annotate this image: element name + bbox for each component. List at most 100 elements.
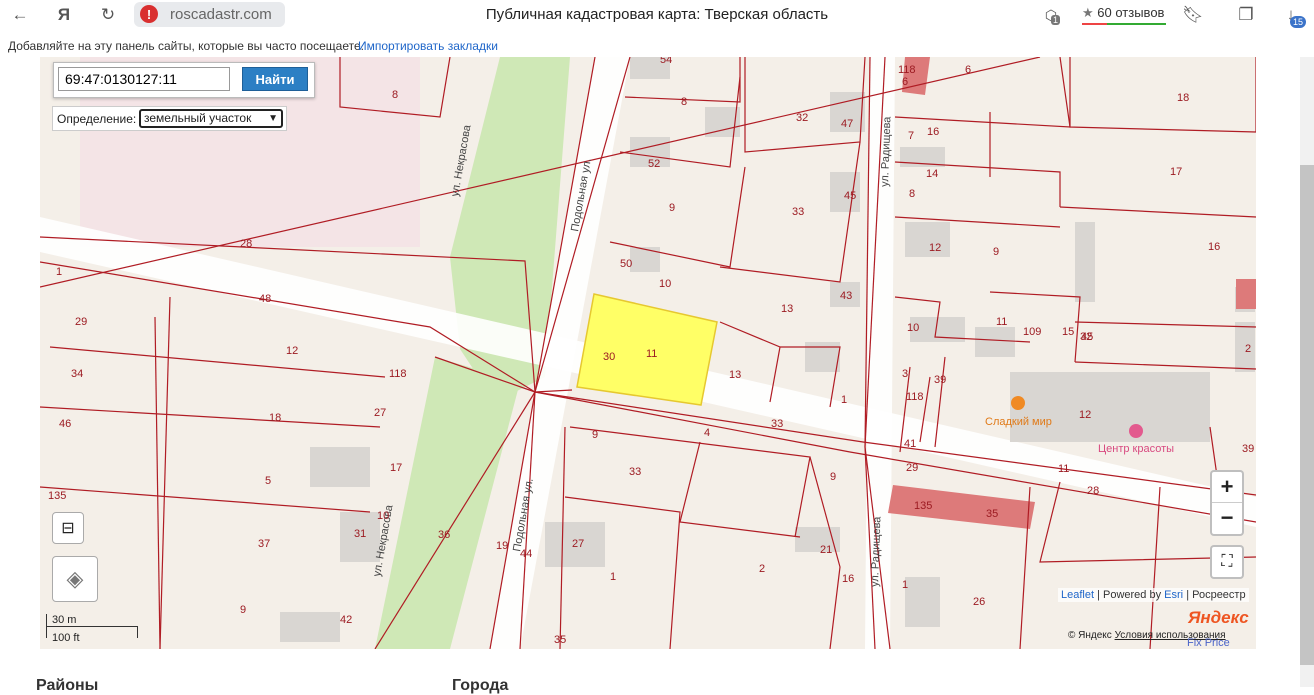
parcel-number-label: 27 <box>374 407 386 419</box>
parcel-number-label: 18 <box>1177 92 1189 104</box>
zoom-in-button[interactable]: + <box>1212 472 1242 502</box>
parcel-number-label: 135 <box>914 500 932 512</box>
fix-price-label: Fix Price <box>1187 637 1230 649</box>
parcel-number-label: 16 <box>927 126 939 138</box>
parcel-number-label: 28 <box>1087 485 1099 497</box>
zoom-out-button[interactable]: − <box>1212 502 1242 533</box>
parcel-number-label: 8 <box>909 188 915 200</box>
parcel-number-label: 33 <box>629 466 641 478</box>
map-canvas[interactable]: ул. Некрасова Подольная ул. ул. Радищева… <box>40 57 1256 649</box>
parcel-number-label: 54 <box>660 57 672 66</box>
parcel-number-label: 10 <box>377 510 389 522</box>
parcel-number-label: 12 <box>286 345 298 357</box>
collections-icon[interactable]: ❐ <box>1235 4 1257 26</box>
address-domain[interactable]: roscadastr.com <box>170 6 272 23</box>
parcel-number-label: 30 <box>603 351 615 363</box>
ruler-icon: ⊟ <box>61 520 75 537</box>
parcel-number-label: 35 <box>554 634 566 646</box>
parcel-number-label: 135 <box>48 490 66 502</box>
parcel-number-label: 8 <box>681 96 687 108</box>
parcel-number-label: 118 <box>389 368 407 380</box>
parcel-number-label: 34 <box>71 368 83 380</box>
parcel-number-label: 1 <box>841 394 847 406</box>
cadastral-number-input[interactable] <box>58 67 230 91</box>
yandex-browser-icon[interactable]: Я <box>53 4 75 26</box>
parcel-number-label: 32 <box>796 112 808 124</box>
parcel-number-label: 109 <box>1023 326 1041 338</box>
parcel-number-label: 11 <box>996 316 1007 328</box>
parcel-number-label: 6 <box>902 76 908 88</box>
zoom-control: + − <box>1210 470 1244 536</box>
parcel-number-label: 43 <box>840 290 852 302</box>
parcel-number-label: 45 <box>844 190 856 202</box>
cadastral-map[interactable]: ул. Некрасова Подольная ул. ул. Радищева… <box>40 57 1256 649</box>
reviews-label: 60 отзывов <box>1097 5 1165 20</box>
scale-imperial: 100 ft <box>52 632 80 644</box>
esri-link[interactable]: Esri <box>1164 589 1183 601</box>
cities-heading: Города <box>452 677 509 694</box>
definition-panel: Определение: земельный участок ▼ <box>52 106 287 131</box>
parcel-number-label: 41 <box>904 438 916 450</box>
yandex-logo[interactable]: Яндекс <box>1188 608 1249 628</box>
parcel-number-label: 13 <box>729 369 741 381</box>
parcel-number-label: 9 <box>240 604 246 616</box>
parcel-number-label: 1 <box>610 571 616 583</box>
parcel-number-label: 3 <box>902 368 908 380</box>
definition-selected-value: земельный участок <box>144 111 252 125</box>
notif-count: 1 <box>1051 15 1061 25</box>
scrollbar-thumb[interactable] <box>1300 165 1314 665</box>
rosreestr-text: | Росреестр <box>1186 589 1246 601</box>
reload-icon[interactable]: ↻ <box>97 4 119 26</box>
parcel-number-label: 19 <box>496 540 508 552</box>
import-bookmarks-link[interactable]: Импортировать закладки <box>358 39 498 53</box>
parcel-number-label: 48 <box>259 293 271 305</box>
layers-button[interactable]: ◈ <box>52 556 98 602</box>
reviews-button[interactable]: ★ 60 отзывов <box>1082 5 1164 21</box>
yandex-copyright-text: © Яндекс <box>1068 630 1112 641</box>
layers-icon: ◈ <box>66 566 84 591</box>
fullscreen-button[interactable]: ⛶ <box>1210 545 1244 579</box>
parcel-number-label: 33 <box>792 206 804 218</box>
back-arrow-icon[interactable]: ← <box>9 4 31 26</box>
parcel-number-label: 46 <box>59 418 71 430</box>
parcel-number-label: 11 <box>646 348 657 360</box>
parcel-number-label: 6 <box>965 64 971 76</box>
parcel-number-label: 2 <box>759 563 765 575</box>
parcel-number-label: 1 <box>902 579 908 591</box>
poi-beauty-label[interactable]: Центр красоты <box>1098 443 1174 455</box>
parcel-number-label: 10 <box>659 278 671 290</box>
parcel-number-label: 42 <box>340 614 352 626</box>
parcel-number-label: 118 <box>906 391 924 403</box>
parcel-number-label: 118 <box>898 64 916 76</box>
red-building-east <box>1236 279 1256 309</box>
measure-button[interactable]: ⊟ <box>52 512 84 544</box>
parcel-number-label: 50 <box>620 258 632 270</box>
cafe-marker-icon[interactable] <box>1011 396 1025 410</box>
parcel-number-label: 29 <box>75 316 87 328</box>
parcel-number-label: 21 <box>820 544 832 556</box>
parcel-number-label: 12 <box>1079 409 1091 421</box>
parcel-number-label: 27 <box>572 538 584 550</box>
parcel-number-label: 9 <box>669 202 675 214</box>
parcel-number-label: 33 <box>771 418 783 430</box>
parcel-number-label: 9 <box>830 471 836 483</box>
parcel-number-label: 31 <box>354 528 366 540</box>
parcel-number-label: 29 <box>906 462 918 474</box>
scale-metric: 30 m <box>52 614 77 626</box>
definition-select[interactable]: земельный участок ▼ <box>139 109 283 128</box>
bookmark-icon[interactable]: 🔖︎ <box>1182 4 1204 26</box>
find-button[interactable]: Найти <box>242 67 308 91</box>
browser-toolbar: ← Я ↻ ! roscadastr.com Публичная кадастр… <box>0 0 1314 30</box>
parcel-number-label: 1 <box>56 266 62 278</box>
map-attribution: Leaflet | Powered by Esri | Росреестр <box>1058 588 1249 602</box>
parcel-number-label: 8 <box>392 89 398 101</box>
poi-cafe-label[interactable]: Сладкий мир <box>985 416 1052 428</box>
star-icon: ★ <box>1082 5 1094 20</box>
leaflet-link[interactable]: Leaflet <box>1061 589 1094 601</box>
parcel-number-label: 10 <box>907 322 919 334</box>
beauty-marker-icon[interactable] <box>1129 424 1143 438</box>
parcel-number-label: 16 <box>1208 241 1220 253</box>
chevron-down-icon: ▼ <box>268 113 278 124</box>
fullscreen-icon: ⛶ <box>1221 553 1233 570</box>
warning-icon[interactable]: ! <box>140 5 158 23</box>
